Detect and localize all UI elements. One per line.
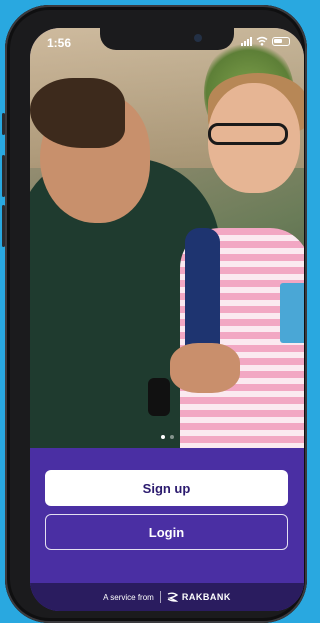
- phone-frame: 1:56 Sign up Login A service from RAKBAN…: [2, 5, 307, 623]
- front-camera-icon: [194, 34, 202, 42]
- service-footer: A service from RAKBANK: [30, 583, 304, 611]
- notch: [100, 28, 234, 50]
- status-time: 1:56: [47, 36, 72, 50]
- login-button[interactable]: Login: [45, 514, 288, 550]
- mute-switch: [2, 113, 5, 135]
- service-text: A service from: [103, 592, 154, 602]
- app-screen: 1:56 Sign up Login A service from RAKBAN…: [30, 28, 304, 611]
- signup-button[interactable]: Sign up: [45, 470, 288, 506]
- brand-name: RAKBANK: [181, 592, 231, 602]
- status-icons: [241, 36, 290, 46]
- volume-up-button: [2, 155, 5, 197]
- battery-icon: [272, 36, 290, 46]
- wifi-icon: [256, 36, 268, 46]
- carousel-dot-2[interactable]: [169, 435, 174, 439]
- carousel-dot-1[interactable]: [160, 435, 165, 439]
- action-panel: Sign up Login A service from RAKBANK: [30, 448, 304, 611]
- carousel-page-indicator[interactable]: [30, 435, 304, 439]
- hero-image: [30, 28, 304, 448]
- volume-down-button: [2, 205, 5, 247]
- brand-logo: RAKBANK: [167, 592, 231, 602]
- footer-divider: [159, 591, 161, 603]
- rakbank-logo-icon: [167, 592, 178, 602]
- signal-bars-icon: [241, 36, 252, 46]
